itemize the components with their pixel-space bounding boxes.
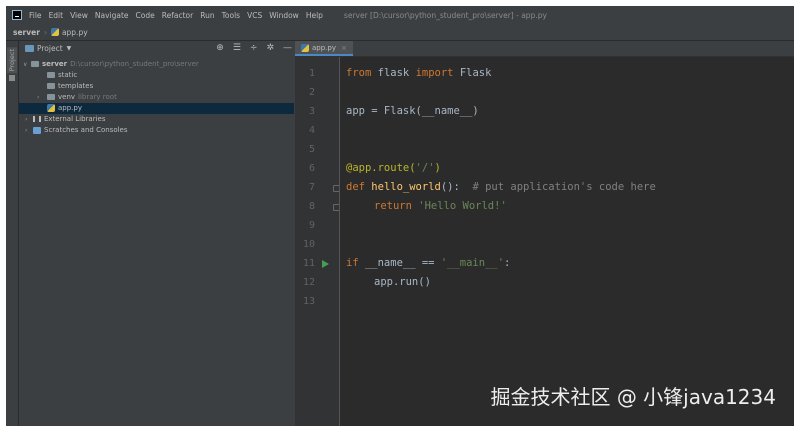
code-line: def hello_world(): # put application's c… xyxy=(346,181,656,193)
line-number: 4 xyxy=(308,125,315,136)
pycharm-logo-icon xyxy=(12,10,22,20)
menu-code[interactable]: Code xyxy=(136,11,155,20)
menu-help[interactable]: Help xyxy=(306,11,323,20)
line-number: 6 xyxy=(308,163,315,174)
code-line: return 'Hello World!' xyxy=(374,200,507,212)
code-editor[interactable]: from flask import Flask app = Flask(__na… xyxy=(340,57,794,426)
code-line: @app.route('/') xyxy=(346,162,441,174)
project-tool-button[interactable]: Project xyxy=(7,47,17,74)
watermark: 掘金技术社区 @ 小锋java1234 xyxy=(490,385,776,409)
python-file-icon xyxy=(50,28,59,36)
code-line: from flask import Flask xyxy=(346,67,492,79)
python-file-icon xyxy=(301,43,309,52)
window-title: server [D:\cursor\python_student_pro\ser… xyxy=(343,10,547,20)
folder-icon xyxy=(31,61,39,67)
menu-vcs[interactable]: VCS xyxy=(247,11,262,20)
collapse-all-icon[interactable]: ÷ xyxy=(250,43,258,53)
line-number: 5 xyxy=(308,144,315,155)
folder-icon xyxy=(47,83,55,89)
tree-item-path: D:\cursor\python_student_pro\server xyxy=(70,60,199,68)
folder-icon xyxy=(47,72,55,78)
project-panel-header: Project ▼ ⊕ ☰ ÷ ✲ — xyxy=(19,41,294,56)
chevron-right-icon[interactable]: › xyxy=(25,114,33,125)
chevron-down-icon[interactable]: ▼ xyxy=(67,45,72,52)
gear-icon[interactable]: ✲ xyxy=(266,43,274,53)
line-number: 1 xyxy=(308,68,315,79)
breadcrumb-project[interactable]: server xyxy=(13,28,40,37)
project-panel: Project ▼ ⊕ ☰ ÷ ✲ — ∨ server D:\cursor\pyt… xyxy=(19,41,294,426)
expand-all-icon[interactable]: ☰ xyxy=(233,43,241,53)
menu-file[interactable]: File xyxy=(29,11,42,20)
breadcrumb-file[interactable]: app.py xyxy=(62,28,88,37)
menu-navigate[interactable]: Navigate xyxy=(95,11,129,20)
tab-app-py[interactable]: app.py × xyxy=(295,41,353,56)
tree-item-static[interactable]: static xyxy=(19,70,294,81)
project-view-selector[interactable]: Project xyxy=(37,44,63,53)
structure-icon[interactable] xyxy=(9,75,15,81)
code-line: app.run() xyxy=(374,276,431,288)
tree-item-app-py[interactable]: app.py xyxy=(19,103,294,114)
tree-item-scratches[interactable]: › Scratches and Consoles xyxy=(19,125,294,136)
menu-tools[interactable]: Tools xyxy=(222,11,240,20)
menu-window[interactable]: Window xyxy=(269,11,299,20)
tree-item-server[interactable]: ∨ server D:\cursor\python_student_pro\serv… xyxy=(19,59,294,70)
ide-window: File Edit View Navigate Code Refactor Ru… xyxy=(6,6,794,426)
scratches-icon xyxy=(33,126,41,134)
tree-item-templates[interactable]: templates xyxy=(19,81,294,92)
folder-icon xyxy=(47,94,55,100)
menu-refactor[interactable]: Refactor xyxy=(162,11,193,20)
menu-view[interactable]: View xyxy=(70,11,88,20)
hide-panel-icon[interactable]: — xyxy=(283,43,292,53)
line-number: 11 xyxy=(302,258,315,269)
line-number: 7 xyxy=(308,182,315,193)
line-number: 13 xyxy=(302,296,315,307)
code-line: app = Flask(__name__) xyxy=(346,105,479,117)
line-number: 10 xyxy=(302,239,315,250)
breadcrumb-separator: › xyxy=(43,27,47,37)
line-number: 2 xyxy=(308,87,315,98)
breadcrumb: server › app.py xyxy=(6,24,794,41)
chevron-right-icon[interactable]: › xyxy=(37,92,45,103)
line-number: 8 xyxy=(308,201,315,212)
project-folder-icon xyxy=(25,45,34,52)
code-line: if __name__ == '__main__': xyxy=(346,257,511,269)
library-root-hint: library root xyxy=(78,93,117,101)
editor-gutter: 1 2 3 4 5 6 7 8 9 10 11 12 13 xyxy=(295,57,340,426)
line-number: 9 xyxy=(308,220,315,231)
library-icon xyxy=(33,116,41,122)
tab-label: app.py xyxy=(312,43,336,52)
run-icon[interactable] xyxy=(322,260,329,268)
menu-edit[interactable]: Edit xyxy=(49,11,64,20)
tree-item-venv[interactable]: › venv library root xyxy=(19,92,294,103)
line-number: 3 xyxy=(308,106,315,117)
menu-bar: File Edit View Navigate Code Refactor Ru… xyxy=(6,6,794,24)
left-tool-strip: Project xyxy=(6,41,19,426)
chevron-right-icon[interactable]: › xyxy=(25,125,33,136)
tree-item-external-libraries[interactable]: › External Libraries xyxy=(19,114,294,125)
editor-tab-bar: app.py × xyxy=(295,41,794,57)
close-icon[interactable]: × xyxy=(341,44,347,52)
menu-run[interactable]: Run xyxy=(200,11,214,20)
project-panel-tools: ⊕ ☰ ÷ ✲ — xyxy=(216,43,292,53)
python-file-icon xyxy=(47,104,55,112)
locate-file-icon[interactable]: ⊕ xyxy=(216,43,224,53)
chevron-down-icon[interactable]: ∨ xyxy=(23,59,31,70)
line-number: 12 xyxy=(302,277,315,288)
